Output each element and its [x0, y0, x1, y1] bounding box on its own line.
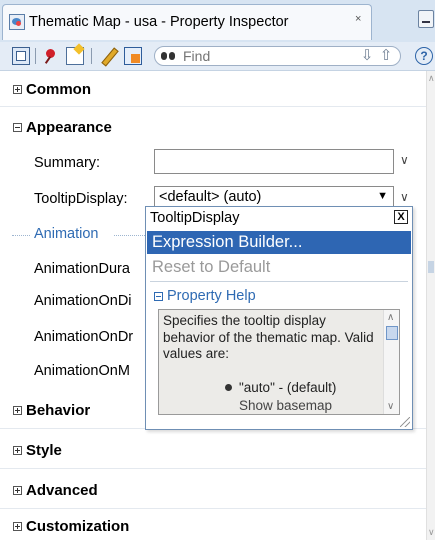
- property-help-pane: Specifies the tooltip display behavior o…: [158, 309, 400, 415]
- scroll-thumb[interactable]: [386, 326, 398, 340]
- scroll-down-icon[interactable]: ∨: [428, 527, 435, 538]
- find-next-icon[interactable]: ⇩: [359, 47, 375, 65]
- section-label: Common: [26, 81, 91, 98]
- edit-properties-icon[interactable]: [66, 47, 84, 65]
- tooltip-display-label: TooltipDisplay:: [34, 191, 128, 207]
- divider: [0, 508, 426, 509]
- tab-property-inspector[interactable]: Thematic Map - usa - Property Inspector …: [2, 4, 372, 40]
- resize-grip-icon[interactable]: [400, 417, 410, 427]
- expand-icon[interactable]: [13, 85, 22, 94]
- scroll-thumb[interactable]: [428, 261, 434, 273]
- scroll-down-icon[interactable]: ∨: [387, 401, 394, 412]
- menu-separator: [150, 281, 408, 282]
- find-previous-icon[interactable]: ⇧: [377, 47, 395, 65]
- toolbar-separator: [91, 48, 92, 64]
- section-style[interactable]: Style: [0, 437, 426, 465]
- divider: [0, 106, 426, 107]
- pin-icon[interactable]: [42, 47, 60, 65]
- popup-title: TooltipDisplay: [150, 210, 240, 226]
- animation-on-map-change-label: AnimationOnM: [34, 363, 130, 379]
- animation-on-display-label: AnimationOnDi: [34, 293, 132, 309]
- close-icon[interactable]: X: [394, 210, 408, 224]
- summary-label: Summary:: [34, 155, 101, 171]
- select-component-icon[interactable]: [12, 47, 30, 65]
- expand-icon[interactable]: [13, 522, 22, 531]
- collapse-icon[interactable]: [13, 123, 22, 132]
- tooltip-display-select[interactable]: <default> (auto) ▼: [154, 186, 394, 208]
- tab-title: Thematic Map - usa - Property Inspector: [29, 14, 289, 30]
- collapse-icon[interactable]: [154, 292, 163, 301]
- toolbar: ⇩ ⇧ ?: [0, 42, 435, 71]
- group-line: [12, 235, 30, 236]
- section-label: Style: [26, 442, 62, 459]
- minimize-button[interactable]: [418, 10, 434, 28]
- tooltip-display-popup: TooltipDisplay X Expression Builder... R…: [145, 206, 413, 430]
- vertical-scrollbar[interactable]: ∧ ∨: [426, 71, 435, 540]
- animation-group-label: Animation: [34, 226, 99, 242]
- help-bullet-continuation: Show basemap: [239, 398, 333, 413]
- pencil-icon[interactable]: [100, 47, 118, 65]
- chevron-down-icon[interactable]: ∨: [400, 190, 409, 204]
- summary-input[interactable]: [154, 149, 394, 174]
- section-advanced[interactable]: Advanced: [0, 477, 426, 505]
- section-label: Behavior: [26, 402, 91, 419]
- find-field[interactable]: ⇩ ⇧: [154, 46, 401, 66]
- section-label: Customization: [26, 518, 130, 535]
- section-label: Appearance: [26, 119, 112, 136]
- section-customization[interactable]: Customization: [0, 513, 426, 541]
- expand-icon[interactable]: [13, 406, 22, 415]
- help-scrollbar[interactable]: ∧ ∨: [383, 310, 399, 414]
- binoculars-icon: [161, 49, 177, 63]
- expand-icon[interactable]: [13, 446, 22, 455]
- expand-icon[interactable]: [13, 486, 22, 495]
- property-help-title[interactable]: Property Help: [167, 288, 256, 304]
- tooltip-display-value: <default> (auto): [159, 189, 262, 205]
- document-icon[interactable]: [124, 47, 142, 65]
- group-line: [114, 235, 149, 236]
- help-bullet: "auto" - (default): [225, 380, 336, 395]
- animation-on-drill-label: AnimationOnDr: [34, 329, 134, 345]
- toolbar-separator: [35, 48, 36, 64]
- divider: [0, 468, 426, 469]
- scroll-up-icon[interactable]: ∧: [387, 312, 394, 323]
- chevron-down-icon[interactable]: ∨: [400, 153, 409, 167]
- dropdown-arrow-icon[interactable]: ▼: [377, 190, 388, 202]
- title-bar: Thematic Map - usa - Property Inspector …: [0, 0, 435, 43]
- expression-builder-menu-item[interactable]: Expression Builder...: [147, 231, 411, 254]
- section-common[interactable]: Common: [0, 76, 426, 104]
- section-appearance[interactable]: Appearance: [0, 114, 426, 142]
- section-label: Advanced: [26, 482, 98, 499]
- thematic-map-icon: [9, 14, 25, 30]
- reset-to-default-menu-item: Reset to Default: [152, 258, 271, 276]
- help-icon[interactable]: ?: [415, 47, 433, 65]
- scroll-up-icon[interactable]: ∧: [428, 73, 435, 84]
- find-input[interactable]: [183, 48, 303, 64]
- tab-close-icon[interactable]: ×: [355, 13, 361, 25]
- help-text: Specifies the tooltip display behavior o…: [163, 313, 374, 361]
- menu-item-label: Expression Builder...: [152, 233, 303, 251]
- animation-duration-label: AnimationDura: [34, 261, 130, 277]
